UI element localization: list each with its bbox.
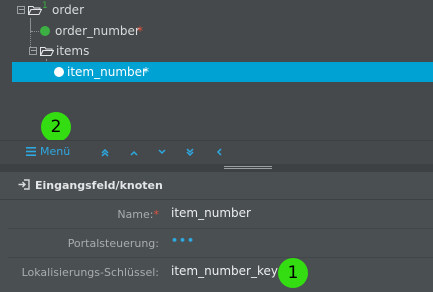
collapse-icon[interactable]: − xyxy=(17,6,25,14)
key-value[interactable]: item_number_key xyxy=(171,264,278,278)
tree-view: − 1 order order_number * − items item_nu… xyxy=(0,0,433,142)
splitter-grip[interactable] xyxy=(224,166,272,169)
chevron-down-icon[interactable] xyxy=(156,149,168,155)
required-mark: * xyxy=(153,208,160,221)
double-chevron-up-icon[interactable] xyxy=(99,149,111,157)
chevron-left-icon[interactable] xyxy=(213,148,225,156)
node-count: 1 xyxy=(42,1,48,11)
folder-open-icon xyxy=(40,47,54,56)
tree-node-item-number[interactable]: item_number * xyxy=(12,62,433,82)
tree-node-label: order_number xyxy=(55,24,140,38)
menu-button[interactable]: Menü xyxy=(26,145,70,158)
name-value[interactable]: item_number xyxy=(171,206,251,220)
panel-title: Eingangsfeld/knoten xyxy=(35,179,163,192)
portal-label: Portalsteuerung: xyxy=(67,237,159,250)
field-node-icon xyxy=(40,26,50,36)
form-row-name: Name:* item_number xyxy=(8,200,433,229)
chevron-up-icon[interactable] xyxy=(128,150,140,156)
portal-more-button[interactable]: ••• xyxy=(171,234,195,247)
tree-node-order[interactable]: − 1 order xyxy=(0,0,120,20)
hamburger-icon xyxy=(26,147,36,156)
name-label: Name:* xyxy=(117,208,159,221)
name-label-text: Name: xyxy=(117,208,154,221)
collapse-icon[interactable]: − xyxy=(29,47,37,55)
required-mark: * xyxy=(137,24,143,38)
properties-form: Name:* item_number Portalsteuerung: ••• … xyxy=(8,200,433,292)
tree-node-items[interactable]: − items xyxy=(0,41,120,61)
required-mark: * xyxy=(143,65,149,79)
tree-node-order-number[interactable]: order_number * xyxy=(0,21,180,41)
sign-in-icon xyxy=(18,179,30,190)
tree-toolbar: Menü xyxy=(0,140,433,164)
key-label: Lokalisierungs-Schlüssel: xyxy=(21,266,159,279)
field-node-icon xyxy=(54,67,64,77)
menu-label: Menü xyxy=(40,145,71,158)
panel-splitter[interactable] xyxy=(0,164,433,172)
panel-header: Eingangsfeld/knoten xyxy=(0,172,433,200)
annotation-badge-1: 1 xyxy=(278,258,308,288)
tree-node-label: items xyxy=(56,44,90,58)
annotation-badge-2: 2 xyxy=(41,112,71,142)
double-chevron-down-icon[interactable] xyxy=(184,148,196,156)
tree-node-label: item_number xyxy=(67,65,147,79)
form-row-portal: Portalsteuerung: ••• xyxy=(8,229,433,258)
form-row-key: Lokalisierungs-Schlüssel: item_number_ke… xyxy=(8,258,433,287)
folder-open-icon xyxy=(28,6,42,15)
tree-node-label: order xyxy=(52,3,84,17)
